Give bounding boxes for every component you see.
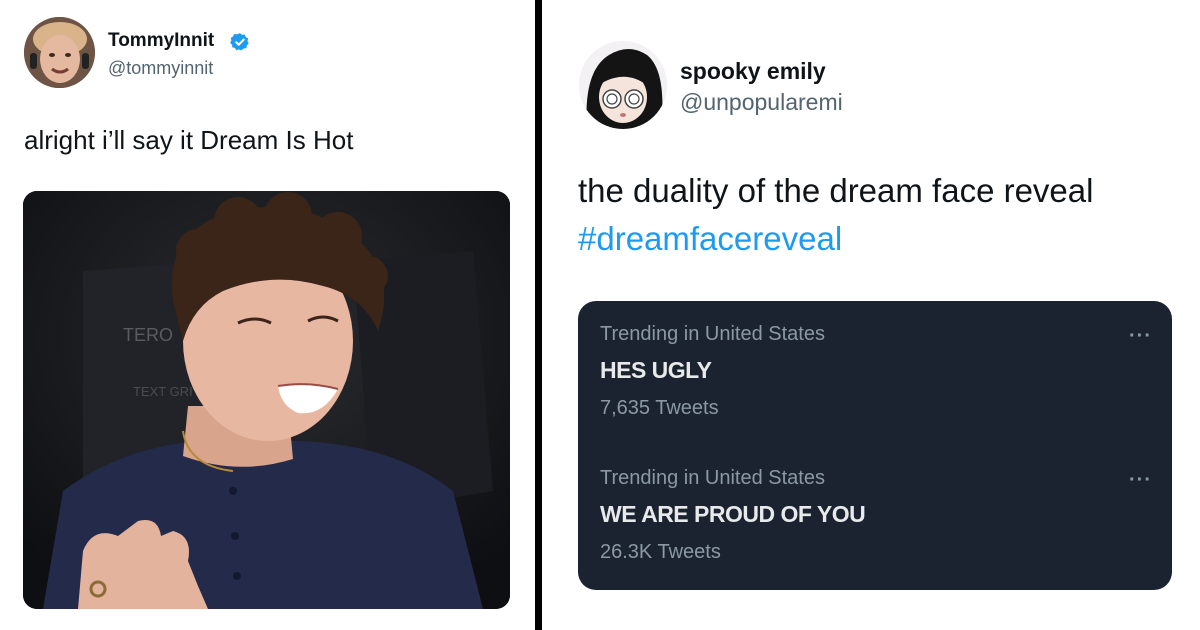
trend-context: Trending in United States xyxy=(600,467,825,489)
anime-avatar-icon xyxy=(579,41,667,129)
handle[interactable]: @tommyinnit xyxy=(108,58,213,79)
display-name[interactable]: spooky emily xyxy=(680,58,826,85)
trend-screenshot-card[interactable]: Trending in United States ··· HES UGLY 7… xyxy=(578,301,1172,590)
more-options-icon[interactable]: ··· xyxy=(1129,325,1152,348)
chair-logo-text-2: TEXT GRI xyxy=(133,384,193,399)
trend-count: 26.3K Tweets xyxy=(600,541,721,563)
left-tweet: TommyInnit @tommyinnit alright i’ll say … xyxy=(0,0,535,630)
tweet-photo[interactable]: TERO TEXT GRI xyxy=(23,191,510,609)
panel-divider xyxy=(535,0,542,630)
chair-logo-text: TERO xyxy=(123,325,173,345)
photo-person-icon: TERO TEXT GRI xyxy=(23,191,510,609)
avatar-portrait-icon xyxy=(24,17,95,88)
verified-badge-icon xyxy=(230,33,249,51)
avatar[interactable] xyxy=(24,17,95,88)
handle[interactable]: @unpopularemi xyxy=(680,89,843,116)
tweet-text: the duality of the dream face reveal xyxy=(578,172,1094,209)
tweet-text: alright i’ll say it Dream Is Hot xyxy=(24,125,354,155)
avatar[interactable] xyxy=(579,41,667,129)
display-name[interactable]: TommyInnit xyxy=(108,30,214,52)
hashtag-link[interactable]: #dreamfacereveal xyxy=(578,220,842,258)
trend-title[interactable]: HES UGLY xyxy=(600,357,712,384)
more-options-icon[interactable]: ··· xyxy=(1129,469,1152,492)
trend-title[interactable]: WE ARE PROUD OF YOU xyxy=(600,501,866,528)
trend-count: 7,635 Tweets xyxy=(600,397,719,419)
trend-context: Trending in United States xyxy=(600,323,825,345)
